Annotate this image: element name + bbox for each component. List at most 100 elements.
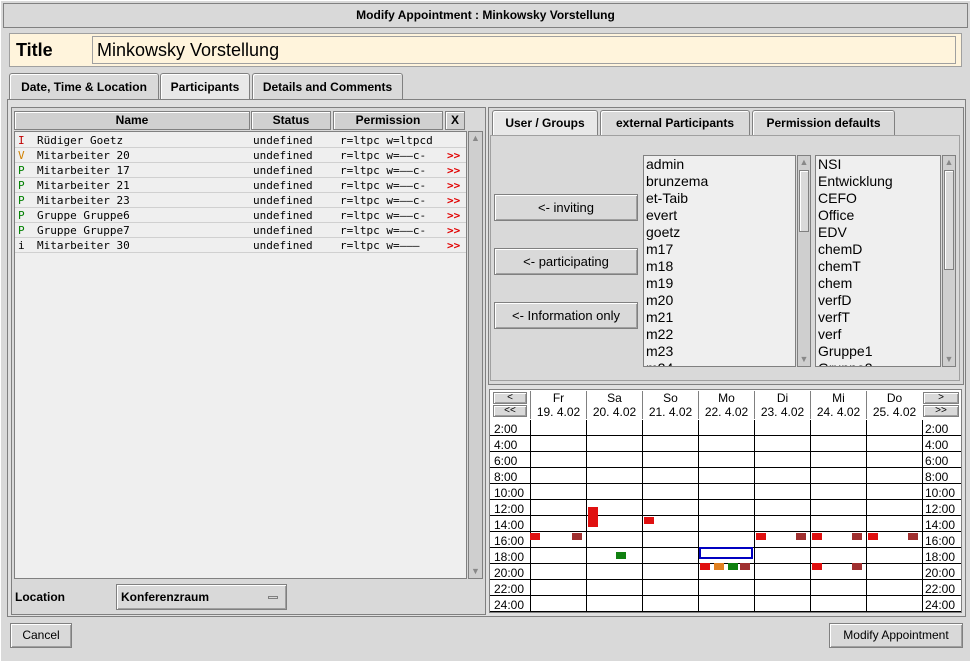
tab-permission-defaults[interactable]: Permission defaults [752, 110, 895, 135]
participant-permission: r=ltpc w=——c- [340, 194, 427, 207]
user-item[interactable]: admin [644, 156, 795, 173]
user-item[interactable]: m23 [644, 343, 795, 360]
scroll-thumb[interactable] [799, 170, 809, 232]
modify-appointment-button[interactable]: Modify Appointment [829, 623, 963, 648]
group-item[interactable]: verf [816, 326, 940, 343]
col-header-status[interactable]: Status [251, 111, 331, 130]
title-input[interactable]: Minkowsky Vorstellung [92, 36, 956, 64]
permission-arrows[interactable]: >> [447, 178, 460, 193]
groups-scrollbar[interactable]: ▲ ▼ [942, 155, 956, 367]
tab-external-participants[interactable]: external Participants [600, 110, 750, 135]
window-title: Modify Appointment : Minkowsky Vorstellu… [3, 3, 968, 28]
busy-block [700, 563, 710, 570]
group-item[interactable]: NSI [816, 156, 940, 173]
time-label-right: 10:00 [925, 486, 956, 500]
participant-row[interactable]: P Mitarbeiter 23 undefined r=ltpc w=——c- >> [15, 193, 466, 208]
group-item[interactable]: Gruppe1 [816, 343, 940, 360]
group-item[interactable]: chemT [816, 258, 940, 275]
time-label-right: 12:00 [925, 502, 956, 516]
location-select[interactable]: Konferenzraum [116, 584, 287, 610]
hour-gridline [490, 451, 961, 452]
next-day-button[interactable]: > [923, 392, 959, 404]
day-column-divider [866, 420, 867, 612]
permission-arrows[interactable]: >> [447, 208, 460, 223]
tab-user-groups[interactable]: User / Groups [492, 110, 598, 135]
group-item[interactable]: EDV [816, 224, 940, 241]
cancel-button[interactable]: Cancel [10, 623, 72, 648]
group-item[interactable]: verfT [816, 309, 940, 326]
inviting-button[interactable]: <- inviting [494, 194, 638, 221]
group-item[interactable]: Gruppe2 [816, 360, 940, 366]
tab-participants[interactable]: Participants [160, 73, 250, 100]
calendar-day-header: Sa 20. 4.02 [586, 391, 642, 419]
user-item[interactable]: et-Taib [644, 190, 795, 207]
user-item[interactable]: m21 [644, 309, 795, 326]
tab-details-comments[interactable]: Details and Comments [252, 73, 403, 100]
group-item[interactable]: Entwicklung [816, 173, 940, 190]
users-scrollbar[interactable]: ▲ ▼ [797, 155, 811, 367]
groups-list[interactable]: NSI Entwicklung CEFO Office EDV chemD chemT che… [815, 155, 941, 367]
participating-button[interactable]: <- participating [494, 248, 638, 275]
calendar-day-header: Mi 24. 4.02 [810, 391, 866, 419]
time-label-right: 18:00 [925, 550, 956, 564]
information-only-button[interactable]: <- Information only [494, 302, 638, 329]
users-list[interactable]: admin brunzema et-Taib evert goetz m17 m18 m19 m… [643, 155, 796, 367]
permission-arrows[interactable]: >> [447, 223, 460, 238]
user-item[interactable]: m17 [644, 241, 795, 258]
scroll-up-icon[interactable]: ▲ [943, 156, 955, 169]
group-item[interactable]: verfD [816, 292, 940, 309]
group-item[interactable]: chemD [816, 241, 940, 258]
col-header-permission[interactable]: Permission [333, 111, 443, 130]
group-item[interactable]: chem [816, 275, 940, 292]
role-badge: P [18, 179, 25, 192]
participant-status: undefined [253, 164, 313, 177]
participant-permission: r=ltpc w=——c- [340, 209, 427, 222]
prev-day-button[interactable]: < [493, 392, 527, 404]
user-item[interactable]: evert [644, 207, 795, 224]
time-label-right: 14:00 [925, 518, 956, 532]
user-item[interactable]: goetz [644, 224, 795, 241]
user-item[interactable]: m22 [644, 326, 795, 343]
participant-row[interactable]: P Mitarbeiter 21 undefined r=ltpc w=——c- >> [15, 178, 466, 193]
remove-participant-button[interactable]: X [445, 111, 465, 130]
permission-arrows[interactable]: >> [447, 148, 460, 163]
participant-row[interactable]: I Rüdiger Goetz undefined r=ltpc w=ltpcd [15, 133, 466, 148]
group-item[interactable]: Office [816, 207, 940, 224]
permission-arrows[interactable]: >> [447, 163, 460, 178]
user-item[interactable]: brunzema [644, 173, 795, 190]
next-week-button[interactable]: >> [923, 405, 959, 417]
prev-week-button[interactable]: << [493, 405, 527, 417]
scroll-thumb[interactable] [944, 170, 954, 270]
col-header-name[interactable]: Name [14, 111, 250, 130]
scroll-up-icon[interactable]: ▲ [469, 132, 482, 145]
dialog-window: Modify Appointment : Minkowsky Vorstellu… [0, 0, 971, 662]
user-item[interactable]: m19 [644, 275, 795, 292]
participant-name: Gruppe Gruppe6 [37, 209, 130, 222]
participant-status: undefined [253, 194, 313, 207]
user-item[interactable]: m24 [644, 360, 795, 366]
participants-scrollbar[interactable]: ▲ ▼ [468, 131, 483, 579]
scroll-down-icon[interactable]: ▼ [798, 353, 810, 366]
calendar-day-header: So 21. 4.02 [642, 391, 698, 419]
group-item[interactable]: CEFO [816, 190, 940, 207]
day-name: Fr [552, 391, 565, 405]
day-column-divider [810, 420, 811, 612]
participant-row[interactable]: P Mitarbeiter 17 undefined r=ltpc w=——c- >> [15, 163, 466, 178]
participant-row[interactable]: i Mitarbeiter 30 undefined r=ltpc w=——— >> [15, 238, 466, 253]
user-item[interactable]: m18 [644, 258, 795, 275]
scroll-up-icon[interactable]: ▲ [798, 156, 810, 169]
permission-arrows[interactable]: >> [447, 238, 460, 253]
participant-row[interactable]: P Gruppe Gruppe7 undefined r=ltpc w=——c- >> [15, 223, 466, 238]
user-item[interactable]: m20 [644, 292, 795, 309]
permission-arrows[interactable]: >> [447, 193, 460, 208]
scroll-down-icon[interactable]: ▼ [943, 353, 955, 366]
participant-row[interactable]: P Gruppe Gruppe6 undefined r=ltpc w=——c- >> [15, 208, 466, 223]
participant-row[interactable]: V Mitarbeiter 20 undefined r=ltpc w=——c- >> [15, 148, 466, 163]
tab-date-time-location[interactable]: Date, Time & Location [9, 73, 159, 100]
day-column-divider [586, 420, 587, 612]
appointment-selection[interactable] [699, 547, 753, 559]
hour-gridline [490, 579, 961, 580]
scroll-down-icon[interactable]: ▼ [469, 565, 482, 578]
day-name: Di [776, 391, 789, 405]
hour-gridline [490, 563, 961, 564]
